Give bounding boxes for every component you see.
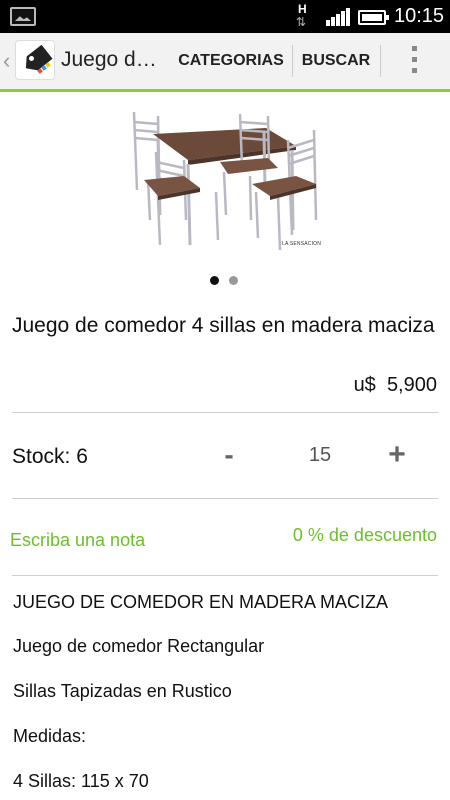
- discount-label[interactable]: 0 % de descuento: [293, 525, 437, 546]
- divider: [12, 412, 438, 413]
- pager-dot-active: [210, 276, 219, 285]
- product-title: Juego de comedor 4 sillas en madera maci…: [12, 314, 435, 337]
- increase-quantity-button[interactable]: +: [383, 440, 411, 470]
- page-title: Juego d…: [61, 48, 157, 71]
- divider: [380, 45, 381, 77]
- categorias-button[interactable]: CATEGORIAS: [170, 33, 292, 89]
- price-currency: u$: [353, 374, 376, 396]
- overflow-menu-icon[interactable]: [400, 33, 430, 89]
- stock-label: Stock: 6: [12, 445, 88, 468]
- description-line: Juego de comedor Rectangular: [13, 636, 265, 656]
- gallery-icon: [10, 7, 36, 26]
- product-image[interactable]: [128, 110, 324, 250]
- signal-icon: [326, 8, 350, 26]
- battery-icon: [358, 10, 389, 25]
- quantity-value[interactable]: 15: [300, 444, 340, 467]
- description-line: Medidas:: [13, 726, 87, 746]
- action-bar: ‹ Juego d… CATEGORIAS BUSCAR: [0, 33, 450, 89]
- image-watermark: LA SENSACION: [282, 241, 322, 247]
- app-logo-icon[interactable]: [15, 40, 55, 80]
- network-type-label: H: [298, 2, 307, 16]
- up-caret-icon[interactable]: ‹: [3, 48, 10, 74]
- product-price: u$ 5,900: [354, 374, 437, 397]
- data-activity-icon: ⇅: [296, 15, 306, 29]
- divider: [12, 498, 438, 499]
- clock: 10:15: [394, 5, 445, 27]
- buscar-button[interactable]: BUSCAR: [293, 33, 379, 89]
- status-bar: H ⇅ 10:15: [0, 0, 450, 33]
- write-note-link[interactable]: Escriba una nota: [10, 530, 145, 551]
- image-pager-indicator: [210, 276, 240, 286]
- action-bar-accent-line: [0, 89, 450, 92]
- pager-dot: [229, 276, 238, 285]
- description-line: 4 Sillas: 115 x 70: [13, 771, 149, 791]
- description-line: JUEGO DE COMEDOR EN MADERA MACIZA: [13, 592, 389, 612]
- description-line: Sillas Tapizadas en Rustico: [13, 681, 232, 701]
- price-value: 5,900: [386, 374, 437, 396]
- decrease-quantity-button[interactable]: -: [215, 440, 243, 470]
- divider: [12, 575, 438, 576]
